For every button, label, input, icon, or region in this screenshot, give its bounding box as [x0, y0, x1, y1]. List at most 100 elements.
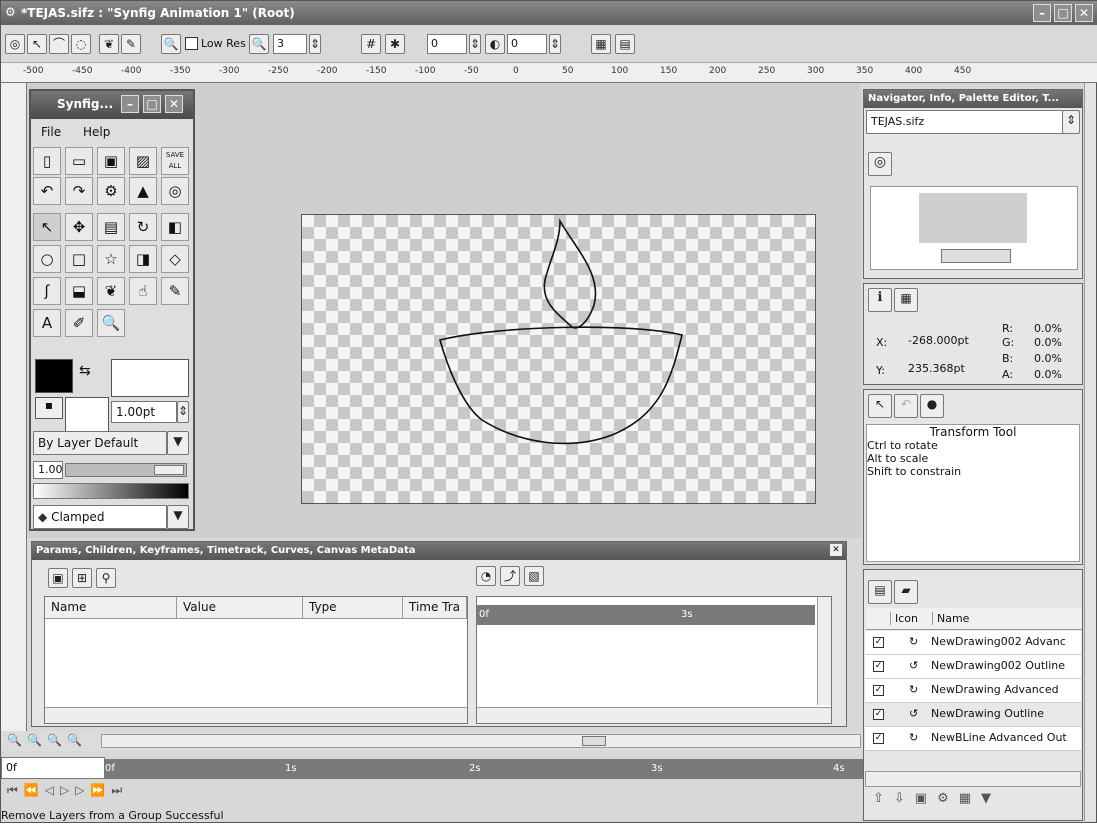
- mirror-icon[interactable]: ◧: [161, 213, 189, 241]
- polygon-icon[interactable]: ◇: [161, 245, 189, 273]
- draw-icon[interactable]: ✎: [121, 34, 141, 54]
- layer-row[interactable]: ✓ ↻ NewBLine Advanced Out: [865, 727, 1081, 751]
- star-icon[interactable]: ☆: [97, 245, 125, 273]
- info-tab-icon[interactable]: ℹ: [868, 288, 892, 312]
- canvas-hscroll[interactable]: [101, 734, 861, 748]
- minimize-button[interactable]: –: [1033, 4, 1051, 22]
- timetrack-area[interactable]: 0f 3s: [476, 596, 832, 724]
- rectangle-icon[interactable]: □: [65, 245, 93, 273]
- close-button[interactable]: ✕: [1075, 4, 1093, 22]
- save-as-icon[interactable]: ▨: [129, 147, 157, 175]
- children-tab-icon[interactable]: ⊞: [72, 568, 92, 588]
- metadata-tab-icon[interactable]: ▧: [524, 566, 544, 586]
- layer-visible-checkbox[interactable]: ✓: [873, 733, 884, 744]
- layers-tab-icon[interactable]: ▤: [868, 580, 892, 604]
- navigator-zoom-slider[interactable]: [941, 249, 1011, 263]
- circle-tool-icon[interactable]: ◌: [71, 34, 91, 54]
- layer-actions[interactable]: ⇧⇩▣⚙▦▼: [865, 791, 1081, 819]
- layer-visible-checkbox[interactable]: ✓: [873, 685, 884, 696]
- navigator-file-spin[interactable]: ⇕: [1062, 110, 1080, 134]
- layer-row[interactable]: ✓ ↺ NewDrawing Outline: [865, 703, 1081, 727]
- preview-icon[interactable]: ▤: [615, 34, 635, 54]
- future-onion-field[interactable]: 0: [507, 34, 547, 54]
- sound-tab-icon[interactable]: ●: [920, 394, 944, 418]
- fill-color-swatch[interactable]: [111, 359, 189, 397]
- toolbox-maximize[interactable]: □: [143, 95, 161, 113]
- help-icon[interactable]: ◎: [161, 177, 189, 205]
- layers-col-name[interactable]: Name: [932, 612, 969, 625]
- amount-slider-handle[interactable]: [154, 465, 184, 475]
- save-icon[interactable]: ▣: [97, 147, 125, 175]
- reset-colors-icon[interactable]: ▪: [35, 397, 63, 419]
- spline-icon[interactable]: ʃ: [33, 277, 61, 305]
- params-close-icon[interactable]: ✕: [830, 544, 842, 556]
- feather-icon[interactable]: ❦: [99, 34, 119, 54]
- canvas-hscroll-thumb[interactable]: [582, 736, 606, 746]
- future-onion-spin[interactable]: ⇕: [549, 34, 561, 54]
- outline-color-swatch[interactable]: [35, 359, 73, 393]
- blend-method-select[interactable]: By Layer Default: [33, 431, 167, 455]
- col-value[interactable]: Value: [177, 597, 303, 619]
- toolbox-minimize[interactable]: –: [121, 95, 139, 113]
- snap-icon[interactable]: ✱: [385, 34, 405, 54]
- toolbox-close[interactable]: ✕: [165, 95, 183, 113]
- select-icon[interactable]: ↖: [27, 34, 47, 54]
- layer-visible-checkbox[interactable]: ✓: [873, 661, 884, 672]
- zoom-100-icon[interactable]: 🔍: [67, 733, 82, 747]
- zoom-low-res-icon[interactable]: 🔍: [161, 34, 181, 54]
- swap-colors-icon[interactable]: ⇆: [79, 363, 91, 379]
- interpolation-select[interactable]: ◆ Clamped: [33, 505, 167, 529]
- timetrack-hscroll[interactable]: [477, 707, 831, 723]
- current-time-field[interactable]: 0f: [1, 757, 105, 779]
- navigator-tab-icon[interactable]: ◎: [868, 152, 892, 176]
- palette-tab-icon[interactable]: ▦: [894, 288, 918, 312]
- library-tab-icon[interactable]: ▰: [894, 580, 918, 604]
- navigator-preview[interactable]: [870, 186, 1078, 270]
- grid-icon[interactable]: #: [361, 34, 381, 54]
- scale-icon[interactable]: ▤: [97, 213, 125, 241]
- layer-visible-checkbox[interactable]: ✓: [873, 709, 884, 720]
- smooth-move-icon[interactable]: ✥: [65, 213, 93, 241]
- layer-row[interactable]: ✓ ↻ NewDrawing Advanced: [865, 679, 1081, 703]
- draw-tool-icon[interactable]: ❦: [97, 277, 125, 305]
- params-hscroll[interactable]: [45, 707, 467, 723]
- bell-icon[interactable]: ▲: [129, 177, 157, 205]
- navigator-file-select[interactable]: TEJAS.sifz: [866, 110, 1064, 134]
- layer-row[interactable]: ✓ ↺ NewDrawing002 Outline: [865, 655, 1081, 679]
- low-res-checkbox[interactable]: [185, 37, 198, 50]
- transform-tool-icon[interactable]: ↖: [33, 213, 61, 241]
- menu-help[interactable]: Help: [83, 125, 110, 139]
- zoom-tool-icon[interactable]: 🔍: [97, 309, 125, 337]
- history-tab-icon[interactable]: ↶: [894, 394, 918, 418]
- sketch-icon[interactable]: ✐: [65, 309, 93, 337]
- keyframes-tab-icon[interactable]: ⚲: [96, 568, 116, 588]
- interp-dropdown-icon[interactable]: ▼: [167, 505, 189, 529]
- tool-options-tab-icon[interactable]: ↖: [868, 394, 892, 418]
- timetrack-vscroll[interactable]: [817, 597, 831, 705]
- timetrack-tab-icon[interactable]: ◔: [476, 566, 496, 586]
- setup-icon[interactable]: ⚙: [97, 177, 125, 205]
- playback-controls[interactable]: ⏮⏪◁▷▷⏩⏭: [7, 783, 128, 798]
- curves-tab-icon[interactable]: ⤴: [500, 566, 520, 586]
- zoom-in-icon[interactable]: 🔍: [27, 733, 42, 747]
- text-tool-icon[interactable]: A: [33, 309, 61, 337]
- open-icon[interactable]: ▭: [65, 147, 93, 175]
- maximize-button[interactable]: □: [1054, 4, 1072, 22]
- blend-dropdown-icon[interactable]: ▼: [167, 431, 189, 455]
- params-tab-icon[interactable]: ▣: [48, 568, 68, 588]
- col-name[interactable]: Name: [45, 597, 177, 619]
- eyedrop-icon[interactable]: ✎: [161, 277, 189, 305]
- layer-row[interactable]: ✓ ↻ NewDrawing002 Advanc: [865, 631, 1081, 655]
- gradient-preview[interactable]: [33, 483, 189, 499]
- past-onion-spin[interactable]: ⇕: [469, 34, 481, 54]
- dock-vscroll[interactable]: [1084, 83, 1096, 821]
- fill-icon[interactable]: ⬓: [65, 277, 93, 305]
- zoom-out-icon[interactable]: 🔍: [7, 733, 22, 747]
- bline-icon[interactable]: ⌒: [49, 34, 69, 54]
- brush-width-spin[interactable]: ⇕: [177, 401, 189, 423]
- onion-icon[interactable]: ◎: [5, 34, 25, 54]
- canvas[interactable]: [301, 214, 816, 504]
- save-all-button[interactable]: SAVE ALL: [161, 147, 189, 175]
- circle-icon[interactable]: ○: [33, 245, 61, 273]
- amount-field[interactable]: 1.00: [33, 461, 63, 479]
